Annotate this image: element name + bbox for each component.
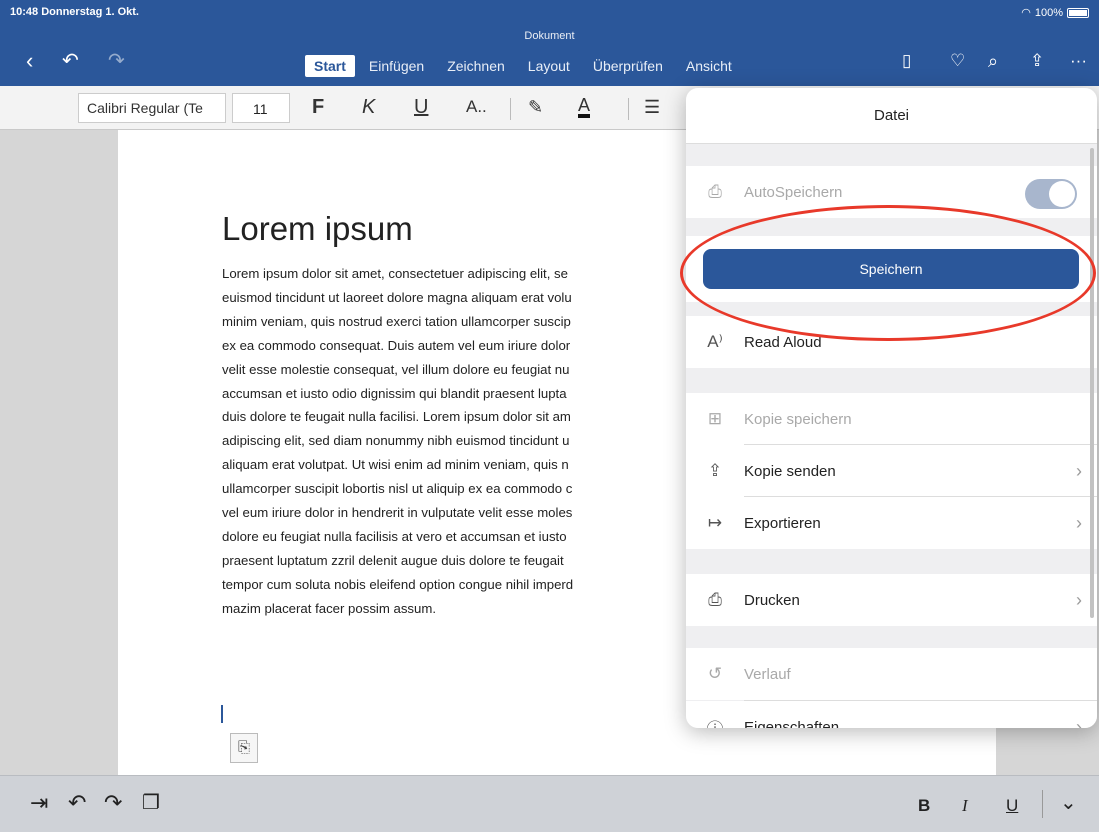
font-size-field[interactable]: 11 [232, 93, 290, 123]
panel-title: Datei [686, 88, 1097, 144]
paste-options-button[interactable]: ⎘ [230, 733, 258, 763]
toolbar-divider [1042, 790, 1043, 818]
battery-percent: 100% [1034, 6, 1063, 19]
font-color-icon[interactable]: A [578, 96, 591, 118]
export-row[interactable]: ↦ Exportieren › [686, 497, 1097, 549]
print-icon: ⎙ [708, 590, 722, 609]
info-icon: ⓘ [686, 715, 744, 729]
save-copy-row[interactable]: ⊞ Kopie speichern [686, 393, 1097, 445]
underline-button[interactable]: U [1006, 794, 1018, 818]
ribbon-tabs: Start Einfügen Zeichnen Layout Überprüfe… [305, 55, 746, 77]
history-icon: ↺ [707, 664, 723, 683]
highlight-icon[interactable]: ✎ [528, 96, 543, 118]
status-indicators: ◠ 100% [1021, 6, 1089, 19]
tab-draw[interactable]: Zeichnen [438, 55, 514, 77]
chevron-right-icon: › [1076, 716, 1082, 729]
document-title: Dokument [524, 30, 575, 42]
text-line: tempor cum soluta nobis eleifend option … [222, 576, 574, 592]
history-row[interactable]: ↺ Verlauf [686, 648, 1097, 700]
bold-button[interactable]: F [312, 96, 324, 118]
share-icon[interactable]: ⇪ [1030, 50, 1044, 72]
text-line: minim veniam, quis nostrud exerci tation… [222, 313, 571, 329]
more-icon[interactable]: ··· [1070, 50, 1087, 72]
document-heading: Lorem ipsum [222, 210, 413, 247]
file-panel: Datei ⎙ AutoSpeichern Speichern A⁾ Read … [686, 88, 1097, 728]
save-copy-icon: ⊞ [707, 409, 723, 428]
send-copy-label: Kopie senden [744, 462, 836, 480]
text-line: euismod tincidunt ut laoreet dolore magn… [222, 289, 572, 305]
keyboard-toolbar: ⇥ ↶ ↷ ❐ B I U ⌄ [0, 775, 1099, 832]
battery-icon [1067, 7, 1089, 18]
save-copy-label: Kopie speichern [744, 410, 852, 428]
tab-start[interactable]: Start [305, 55, 355, 77]
mobile-view-icon[interactable]: ▯ [902, 50, 911, 72]
redo-icon[interactable]: ↷ [104, 791, 122, 815]
search-icon[interactable]: ⌕ [988, 50, 998, 72]
text-line: velit esse molestie consequat, vel illum… [222, 361, 570, 377]
text-line: accumsan et iusto odio dignissim qui bla… [222, 385, 567, 401]
export-icon: ↦ [707, 513, 723, 532]
text-line: ullamcorper suscipit lobortis nisl ut al… [222, 481, 573, 497]
back-icon[interactable]: ‹ [26, 50, 33, 72]
tab-view[interactable]: Ansicht [677, 55, 741, 77]
more-text-formatting-icon[interactable]: A.. [466, 96, 487, 118]
tab-review[interactable]: Überprüfen [584, 55, 672, 77]
autosave-icon: ⎙ [708, 182, 722, 201]
text-line: Lorem ipsum dolor sit amet, consectetuer… [222, 266, 568, 281]
highlight-annotation [680, 205, 1096, 341]
redo-icon[interactable]: ↷ [108, 50, 125, 72]
export-label: Exportieren [744, 514, 821, 532]
text-line: ex ea commodo consequat. Duis autem vel … [222, 337, 571, 353]
underline-button[interactable]: U [414, 96, 428, 118]
autosave-toggle[interactable] [1025, 179, 1077, 209]
text-line: praesent luptatum zzril delenit augue du… [222, 552, 564, 568]
undo-icon[interactable]: ↶ [62, 50, 79, 72]
tab-layout[interactable]: Layout [519, 55, 579, 77]
ribbon-divider [628, 98, 629, 120]
bullet-list-icon[interactable]: ☰ [644, 96, 660, 118]
chevron-down-icon[interactable]: ⌄ [1060, 791, 1077, 815]
send-copy-icon: ⇪ [707, 461, 723, 480]
tab-indent-icon[interactable]: ⇥ [30, 791, 48, 815]
font-name-field[interactable]: Calibri Regular (Te [78, 93, 226, 123]
undo-icon[interactable]: ↶ [68, 791, 86, 815]
italic-button[interactable]: I [962, 794, 968, 818]
text-cursor [221, 705, 223, 723]
text-line: mazim placerat facer possim assum. [222, 600, 436, 616]
send-copy-row[interactable]: ⇪ Kopie senden › [686, 445, 1097, 497]
tab-insert[interactable]: Einfügen [360, 55, 433, 77]
text-line: duis dolore te feugait nulla facilisi. L… [222, 409, 571, 425]
text-line: adipiscing elit, sed diam nonummy nibh e… [222, 433, 570, 449]
properties-label: Eigenschaften [744, 718, 840, 729]
italic-button[interactable]: K [362, 96, 375, 118]
status-time: 10:48 Donnerstag 1. Okt. [10, 6, 139, 18]
text-line: dolore eu feugiat nulla facilisis at ver… [222, 528, 567, 544]
print-label: Drucken [744, 591, 800, 609]
text-line: vel eum iriure dolor in hendrerit in vul… [222, 505, 573, 521]
bold-button[interactable]: B [918, 794, 930, 818]
ribbon-divider [510, 98, 511, 120]
app-header: 10:48 Donnerstag 1. Okt. ◠ 100% Dokument… [0, 0, 1099, 86]
properties-row[interactable]: ⓘ Eigenschaften › [686, 701, 1097, 728]
document-body: Lorem ipsum dolor sit amet, consectetuer… [222, 262, 692, 621]
lightbulb-icon[interactable]: ♡ [950, 50, 965, 72]
panel-scrollbar[interactable] [1090, 148, 1094, 618]
read-aloud-icon: A⁾ [707, 332, 723, 351]
clipboard-icon[interactable]: ❐ [142, 791, 160, 815]
text-line: aliquam erat volutpat. Ut wisi enim ad m… [222, 457, 569, 473]
print-row[interactable]: ⎙ Drucken › [686, 574, 1097, 626]
wifi-icon: ◠ [1021, 7, 1031, 19]
history-label: Verlauf [744, 665, 791, 683]
